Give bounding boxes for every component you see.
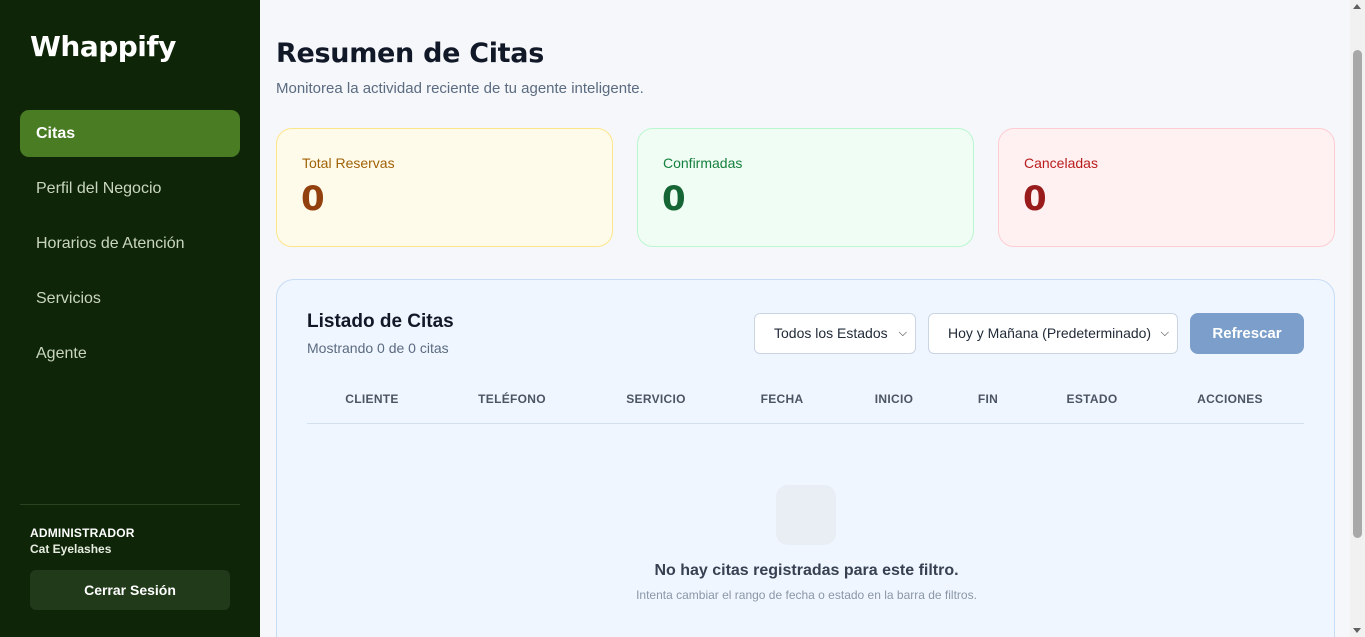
stat-label-cancelled: Canceladas <box>1024 155 1098 171</box>
chevron-down-icon: ⌵ <box>1160 327 1169 339</box>
column-header-inicio: INICIO <box>874 392 914 406</box>
stat-label-confirmed: Confirmadas <box>663 155 743 171</box>
scrollbar-thumb[interactable] <box>1353 50 1362 538</box>
stat-card-confirmed: Confirmadas 0 <box>637 128 974 247</box>
status-filter-select[interactable]: Todos los Estados ⌵ <box>754 313 916 354</box>
empty-state-hint: Intenta cambiar el rango de fecha o esta… <box>636 588 977 602</box>
status-filter-value: Todos los Estados <box>774 325 888 341</box>
column-header-telefono: TELÉFONO <box>478 392 546 406</box>
sidebar-nav: Citas Perfil del Negocio Horarios de Ate… <box>20 110 240 385</box>
table-header: CLIENTE TELÉFONO SERVICIO FECHA INICIO F… <box>307 392 1304 424</box>
sidebar: Whappify Citas Perfil del Negocio Horari… <box>0 0 260 637</box>
list-count: Mostrando 0 de 0 citas <box>307 340 449 356</box>
stat-value-confirmed: 0 <box>662 179 686 219</box>
sidebar-item-perfil-negocio[interactable]: Perfil del Negocio <box>20 165 240 212</box>
app-logo: Whappify <box>30 30 176 63</box>
sidebar-item-agente[interactable]: Agente <box>20 330 240 377</box>
main-content: Resumen de Citas Monitorea la actividad … <box>260 0 1350 637</box>
stat-label-total: Total Reservas <box>302 155 395 171</box>
user-role: ADMINISTRADOR <box>30 526 135 540</box>
column-header-cliente: CLIENTE <box>345 392 399 406</box>
user-name: Cat Eyelashes <box>30 542 112 556</box>
chevron-down-icon: ⌵ <box>898 327 907 339</box>
column-header-servicio: SERVICIO <box>626 392 686 406</box>
refresh-button[interactable]: Refrescar <box>1190 313 1304 354</box>
stat-value-cancelled: 0 <box>1023 179 1047 219</box>
appointments-panel: Listado de Citas Mostrando 0 de 0 citas … <box>276 279 1335 637</box>
sidebar-item-citas[interactable]: Citas <box>20 110 240 157</box>
scroll-down-arrow-icon[interactable] <box>1353 628 1361 633</box>
sidebar-item-horarios[interactable]: Horarios de Atención <box>20 220 240 267</box>
list-title: Listado de Citas <box>307 311 454 332</box>
sidebar-divider <box>20 504 240 505</box>
stat-value-total: 0 <box>301 179 325 219</box>
page-subtitle: Monitorea la actividad reciente de tu ag… <box>276 80 644 97</box>
date-range-value: Hoy y Mañana (Predeterminado) <box>948 325 1152 341</box>
page-title: Resumen de Citas <box>276 38 544 69</box>
empty-state-icon <box>776 485 836 545</box>
app-root: Whappify Citas Perfil del Negocio Horari… <box>0 0 1365 637</box>
date-range-select[interactable]: Hoy y Mañana (Predeterminado) ⌵ <box>928 313 1178 354</box>
logout-button[interactable]: Cerrar Sesión <box>30 570 230 610</box>
stat-card-total: Total Reservas 0 <box>276 128 613 247</box>
column-header-fecha: FECHA <box>760 392 804 406</box>
column-header-estado: ESTADO <box>1066 392 1118 406</box>
scroll-up-arrow-icon[interactable] <box>1353 4 1361 9</box>
empty-state-title: No hay citas registradas para este filtr… <box>654 562 959 579</box>
column-header-fin: FIN <box>977 392 999 406</box>
page-scrollbar[interactable] <box>1350 0 1365 637</box>
sidebar-item-servicios[interactable]: Servicios <box>20 275 240 322</box>
column-header-acciones: ACCIONES <box>1197 392 1263 406</box>
stat-card-cancelled: Canceladas 0 <box>998 128 1335 247</box>
